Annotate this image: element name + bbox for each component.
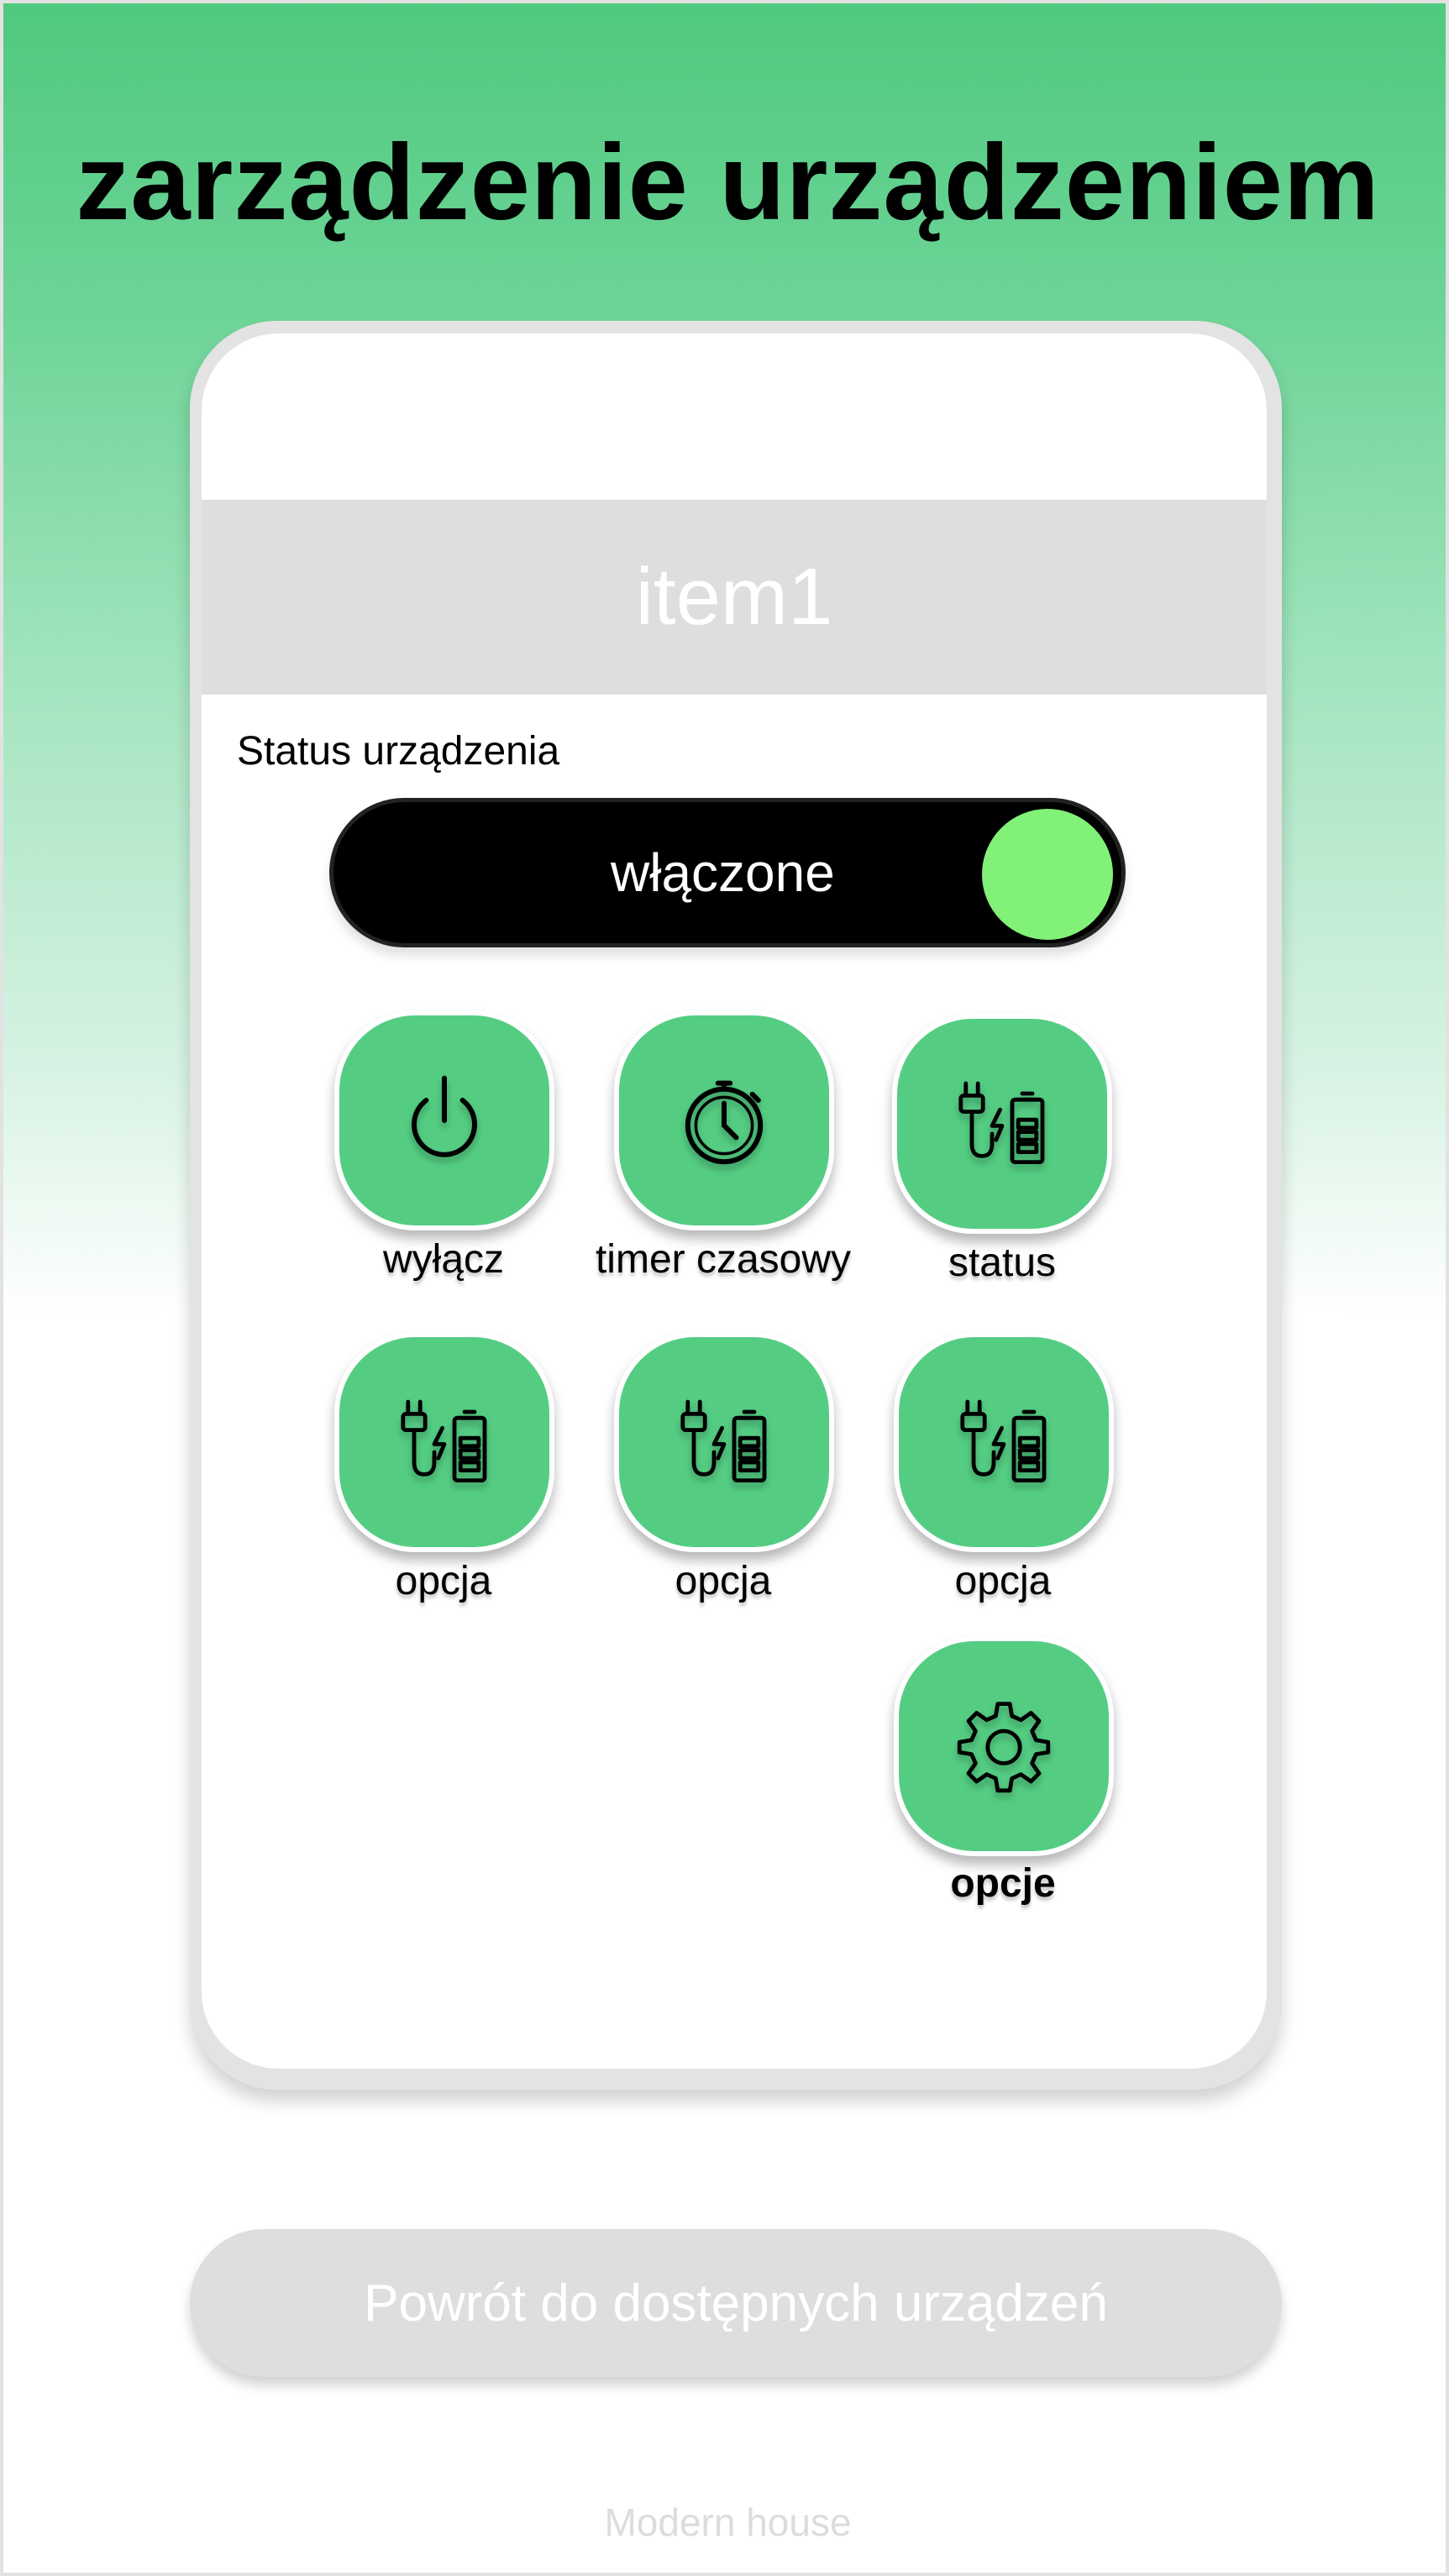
- plug-battery-icon: [680, 1399, 767, 1482]
- footer-brand: Modern house: [604, 2500, 852, 2544]
- option-button-3[interactable]: [894, 1332, 1114, 1552]
- option-button-2[interactable]: [614, 1332, 834, 1552]
- power-toggle[interactable]: włączone: [329, 798, 1126, 947]
- settings-label: opcje: [950, 1861, 1056, 1906]
- plug-battery-icon: [960, 1399, 1047, 1482]
- option-label-3: opcja: [954, 1559, 1052, 1603]
- power-icon: [412, 1075, 477, 1157]
- power-off-button[interactable]: [334, 1010, 554, 1230]
- status-label-text: status: [948, 1241, 1057, 1285]
- page-title: zarządzenie urządzeniem: [76, 123, 1380, 243]
- device-name: item1: [635, 552, 833, 642]
- stopwatch-icon: [685, 1080, 764, 1165]
- option-label-2: opcja: [675, 1559, 772, 1603]
- option-button-1[interactable]: [334, 1332, 554, 1552]
- toggle-knob[interactable]: [979, 805, 1116, 943]
- plug-battery-icon: [401, 1399, 487, 1482]
- status-label: Status urządzenia: [237, 729, 560, 774]
- plug-battery-icon: [958, 1081, 1045, 1164]
- option-label-1: opcja: [395, 1559, 492, 1603]
- device-name-bar: item1: [202, 500, 1267, 695]
- gear-icon: [957, 1702, 1051, 1793]
- power-off-label: wyłącz: [382, 1237, 505, 1282]
- timer-label: timer czasowy: [595, 1237, 852, 1282]
- settings-button[interactable]: [894, 1636, 1114, 1856]
- timer-button[interactable]: [614, 1010, 834, 1230]
- status-button[interactable]: [892, 1014, 1112, 1234]
- back-to-devices-button[interactable]: Powrót do dostępnych urządzeń: [190, 2229, 1282, 2377]
- toggle-state-text: włączone: [611, 842, 835, 903]
